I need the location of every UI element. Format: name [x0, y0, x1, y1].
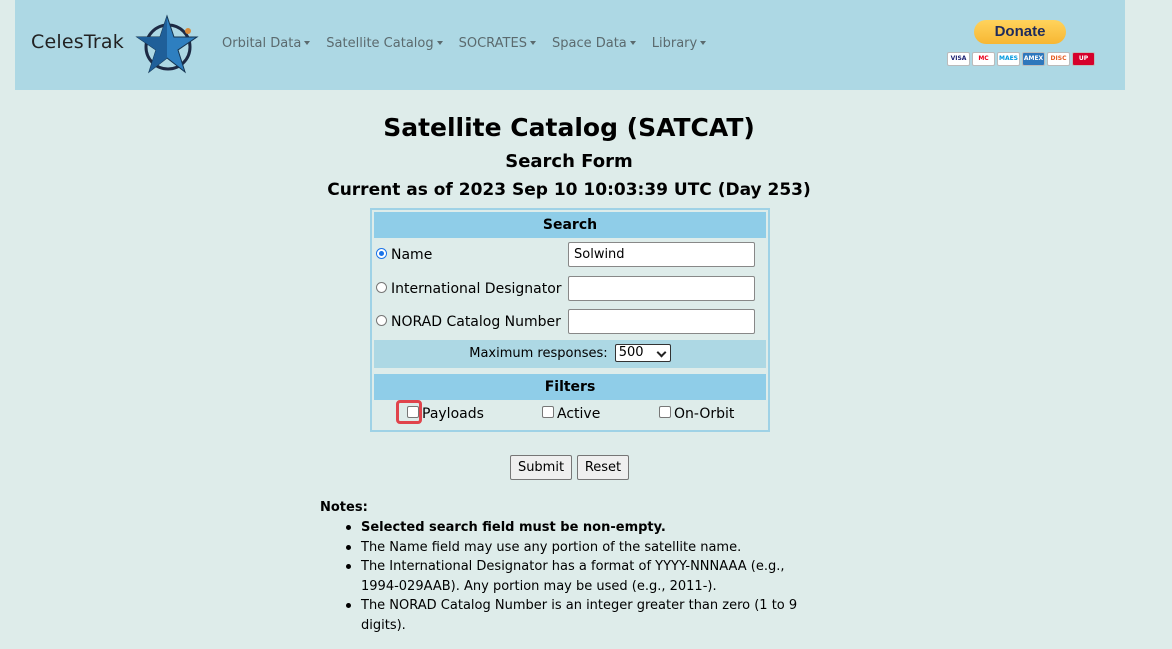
page-title: Satellite Catalog (SATCAT): [383, 113, 755, 142]
nav-satellite-catalog[interactable]: Satellite Catalog: [326, 36, 443, 51]
list-item: The NORAD Catalog Number is an integer g…: [343, 596, 813, 635]
nav-socrates[interactable]: SOCRATES: [459, 36, 536, 51]
search-form: Search Name Solwind International Design…: [370, 208, 770, 432]
search-section-header: Search: [374, 212, 766, 238]
list-item: The International Designator has a forma…: [343, 557, 813, 596]
chevron-down-icon: [656, 347, 667, 357]
norad-number-radio[interactable]: [376, 314, 387, 326]
list-item: The Name field may use any portion of th…: [343, 538, 813, 558]
payloads-highlight: [396, 400, 422, 424]
nav-library[interactable]: Library: [651, 36, 707, 51]
max-responses-label: Maximum responses:: [469, 346, 608, 361]
amex-card-icon: AMEX: [1022, 52, 1045, 66]
caret-down-icon: [700, 40, 707, 45]
active-checkbox[interactable]: [542, 406, 554, 418]
name-option[interactable]: Name: [376, 247, 432, 263]
current-as-of: Current as of 2023 Sep 10 10:03:39 UTC (…: [327, 180, 811, 200]
caret-down-icon: [629, 40, 636, 45]
celestrak-star-logo-icon[interactable]: [135, 14, 199, 76]
submit-button[interactable]: Submit: [510, 455, 572, 480]
name-radio[interactable]: [376, 247, 387, 259]
list-item: Selected search field must be non-empty.: [343, 518, 813, 538]
unionpay-card-icon: UP: [1072, 52, 1095, 66]
filters-section-header: Filters: [374, 374, 766, 400]
max-responses-select[interactable]: 500: [614, 343, 671, 362]
norad-number-option[interactable]: NORAD Catalog Number: [376, 314, 561, 330]
name-input[interactable]: Solwind: [568, 242, 755, 267]
intl-designator-input[interactable]: [568, 276, 755, 301]
max-responses-row: Maximum responses: 500: [374, 340, 766, 368]
caret-down-icon: [304, 40, 311, 45]
norad-number-input[interactable]: [568, 309, 755, 334]
nav-label: SOCRATES: [458, 36, 527, 51]
main-nav: Orbital Data Satellite Catalog SOCRATES …: [222, 36, 722, 51]
mastercard-card-icon: MC: [972, 52, 995, 66]
nav-orbital-data[interactable]: Orbital Data: [222, 36, 311, 51]
active-label: Active: [557, 406, 601, 422]
caret-down-icon: [436, 40, 443, 45]
filter-on-orbit[interactable]: On-Orbit: [659, 406, 734, 422]
intl-designator-label: International Designator: [391, 281, 562, 297]
notes-heading: Notes:: [320, 500, 368, 515]
maestro-card-icon: MAES: [997, 52, 1020, 66]
notes-list: Selected search field must be non-empty.…: [343, 518, 813, 635]
reset-button[interactable]: Reset: [577, 455, 629, 480]
name-label: Name: [391, 247, 433, 263]
nav-label: Space Data: [551, 36, 627, 51]
filter-active[interactable]: Active: [542, 406, 600, 422]
nav-label: Satellite Catalog: [326, 36, 434, 51]
nav-label: Orbital Data: [222, 36, 302, 51]
intl-designator-option[interactable]: International Designator: [376, 281, 562, 297]
discover-card-icon: DISC: [1047, 52, 1070, 66]
on-orbit-label: On-Orbit: [674, 406, 735, 422]
visa-card-icon: VISA: [947, 52, 970, 66]
intl-designator-radio[interactable]: [376, 281, 387, 293]
brand-name[interactable]: CelesTrak: [31, 31, 124, 53]
nav-label: Library: [651, 36, 698, 51]
site-header: CelesTrak Orbital Data Satellite Catalog…: [15, 0, 1125, 90]
on-orbit-checkbox[interactable]: [659, 406, 671, 418]
donate-button[interactable]: Donate: [974, 20, 1066, 44]
payment-cards: VISA MC MAES AMEX DISC UP: [947, 52, 1095, 66]
max-responses-value: 500: [618, 344, 644, 360]
page-subtitle: Search Form: [505, 151, 633, 172]
norad-number-label: NORAD Catalog Number: [391, 314, 561, 330]
payloads-label: Payloads: [422, 406, 484, 422]
caret-down-icon: [529, 40, 536, 45]
nav-space-data[interactable]: Space Data: [552, 36, 636, 51]
